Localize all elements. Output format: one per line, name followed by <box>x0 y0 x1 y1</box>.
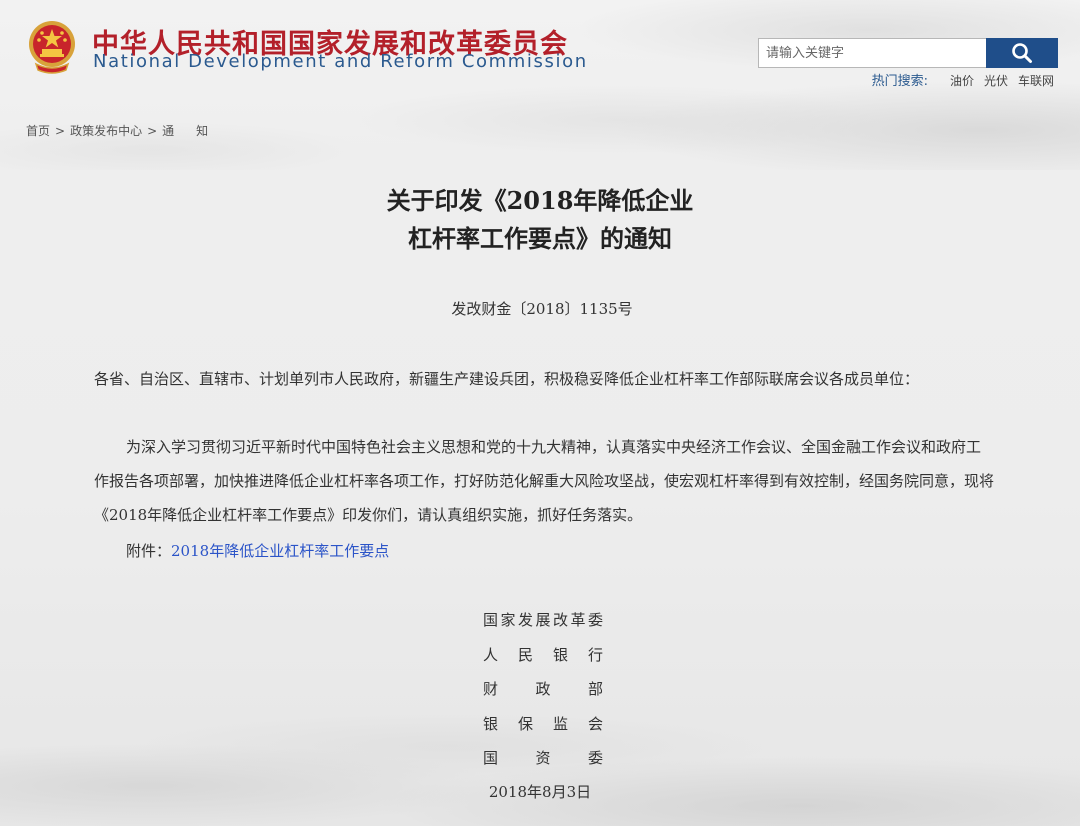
signatory-pboc: 人民银行 <box>483 645 603 664</box>
breadcrumb-separator: > <box>55 124 66 138</box>
search-input[interactable] <box>758 38 987 68</box>
body-paragraph: 为深入学习贯彻习近平新时代中国特色社会主义思想和党的十九大精神，认真落实中央经济… <box>94 438 995 524</box>
signatory-cbirc: 银保监会 <box>483 714 603 733</box>
article-title-line-2: 杠杆率工作要点》的通知 <box>408 224 672 253</box>
breadcrumb-notice[interactable]: 通知 <box>162 124 230 138</box>
document-number: 发改财金〔2018〕1135号 <box>451 300 633 318</box>
article-title-line-1: 关于印发《2018年降低企业 <box>386 186 694 215</box>
search-bar <box>758 38 1058 68</box>
hot-search-link-oil-price[interactable]: 油价 <box>950 72 974 89</box>
breadcrumb-policy-center[interactable]: 政策发布中心 <box>70 124 142 138</box>
breadcrumb-separator: > <box>147 124 158 138</box>
hot-search-link-photovoltaic[interactable]: 光伏 <box>984 72 1008 89</box>
addressee-paragraph: 各省、自治区、直辖市、计划单列市人民政府，新疆生产建设兵团，积极稳妥降低企业杠杆… <box>94 370 920 388</box>
search-button[interactable] <box>986 38 1058 68</box>
search-icon <box>1012 43 1033 63</box>
signatory-ndrc: 国家发展改革委 <box>483 611 603 629</box>
attachment-paragraph: 附件：2018年降低企业杠杆率工作要点 <box>94 534 994 568</box>
national-emblem-icon[interactable] <box>26 20 78 76</box>
attachment-link[interactable]: 2018年降低企业杠杆率工作要点 <box>171 542 389 560</box>
signatory-sasac: 国资委 <box>483 749 603 767</box>
signatory-mof: 财政部 <box>483 680 603 698</box>
site-title-english[interactable]: National Development and Reform Commissi… <box>93 51 588 72</box>
breadcrumb-home[interactable]: 首页 <box>26 124 50 138</box>
signatory-list: 国家发展改革委 人民银行 财政部 银保监会 国资委 <box>483 603 603 776</box>
hot-search-link-iov[interactable]: 车联网 <box>1018 72 1054 89</box>
signature-date: 2018年8月3日 <box>488 783 592 801</box>
hot-search: 热门搜索: 油价 光伏 车联网 <box>872 70 1054 89</box>
breadcrumb: 首页 > 政策发布中心 > 通知 <box>26 122 230 139</box>
hot-search-label: 热门搜索: <box>871 74 928 89</box>
attachment-label: 附件： <box>126 542 172 560</box>
